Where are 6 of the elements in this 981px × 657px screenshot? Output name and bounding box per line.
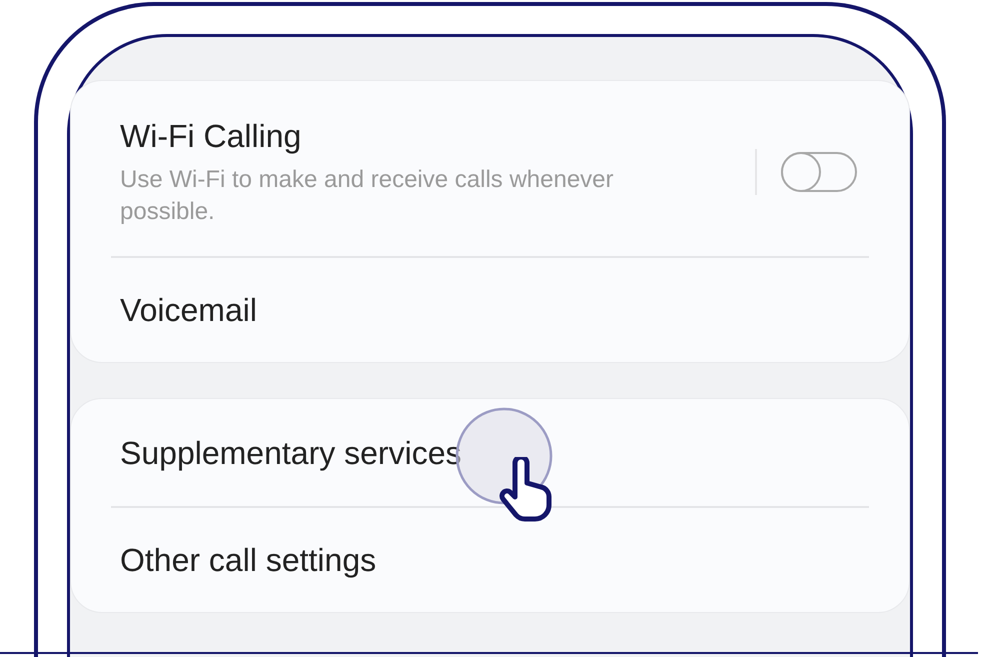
setting-item[interactable]: Other call settings (120, 540, 376, 580)
setting-title: Wi-Fi Calling (120, 117, 302, 156)
setting-description: Use Wi-Fi to make and receive calls whenever possible. (120, 165, 615, 227)
setting-item[interactable]: Voicemail (120, 290, 257, 330)
toggle-switch[interactable] (781, 152, 857, 192)
setting-item[interactable]: Supplementary services (120, 432, 462, 472)
